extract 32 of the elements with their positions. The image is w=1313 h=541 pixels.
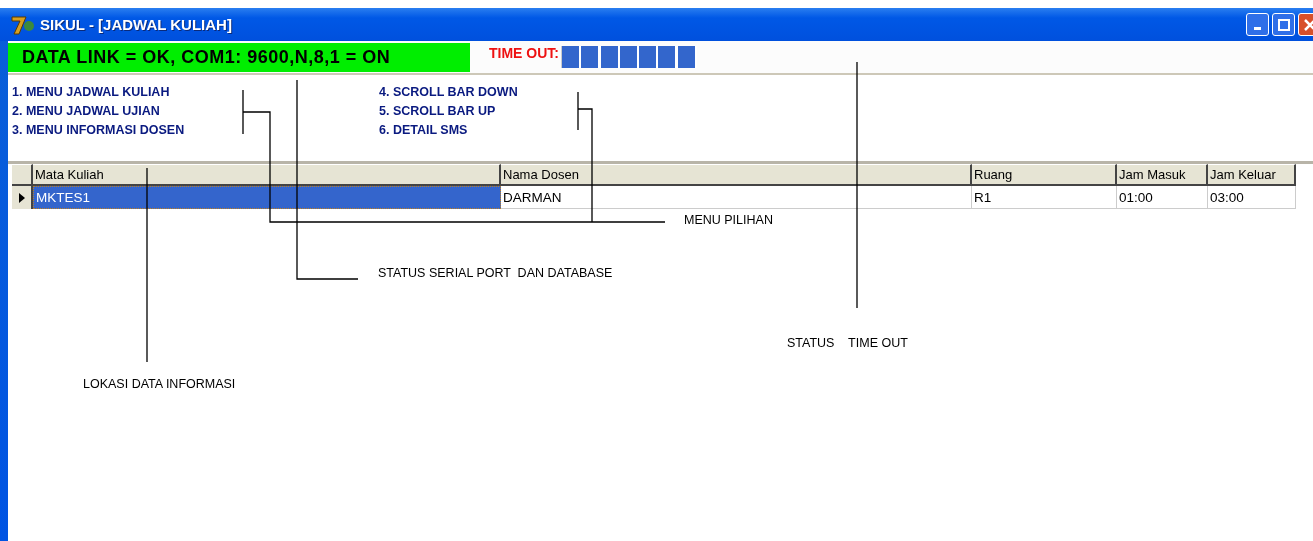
window-title: SIKUL - [JADWAL KULIAH] xyxy=(40,16,233,33)
annotation-label: MENU PILIHAN xyxy=(684,213,773,227)
menu-option: 4. SCROLL BAR DOWN xyxy=(379,85,1313,104)
column-header[interactable]: Ruang xyxy=(972,164,1117,186)
column-header[interactable]: Jam Masuk xyxy=(1117,164,1208,186)
column-header[interactable]: Nama Dosen xyxy=(501,164,972,186)
row-indicator[interactable] xyxy=(12,186,33,209)
menu-option: 5. SCROLL BAR UP xyxy=(379,104,1313,123)
table-cell: DARMAN xyxy=(501,186,972,209)
menu-option: 6. DETAIL SMS xyxy=(379,123,1313,142)
annotation-label: LOKASI DATA INFORMASI xyxy=(83,377,236,391)
table-cell: 01:00 xyxy=(1117,186,1208,209)
data-link-status: DATA LINK = OK, COM1: 9600,N,8,1 = ON xyxy=(8,42,470,72)
close-icon xyxy=(1303,18,1313,31)
annotation-label: STATUS TIME OUT xyxy=(787,336,908,350)
header-corner xyxy=(12,164,33,186)
minimize-icon xyxy=(1254,27,1261,30)
table-cell: 03:00 xyxy=(1208,186,1296,209)
menu-option: 2. MENU JADWAL UJIAN xyxy=(12,104,379,123)
menu-option: 3. MENU INFORMASI DOSEN xyxy=(12,123,379,142)
column-header[interactable]: Jam Keluar xyxy=(1208,164,1296,186)
app-icon xyxy=(10,14,36,35)
maximize-icon xyxy=(1277,18,1290,31)
current-row-icon xyxy=(17,191,26,204)
timeout-label: TIME OUT: xyxy=(489,45,559,61)
column-header[interactable]: Mata Kuliah xyxy=(33,164,501,186)
menu-option: 1. MENU JADWAL KULIAH xyxy=(12,85,379,104)
table-cell: MKTES1 xyxy=(33,186,501,209)
table-cell: R1 xyxy=(972,186,1117,209)
minimize-button[interactable] xyxy=(1246,13,1269,36)
maximize-button[interactable] xyxy=(1272,13,1295,36)
annotation-label: STATUS SERIAL PORT DAN DATABASE xyxy=(378,266,613,280)
